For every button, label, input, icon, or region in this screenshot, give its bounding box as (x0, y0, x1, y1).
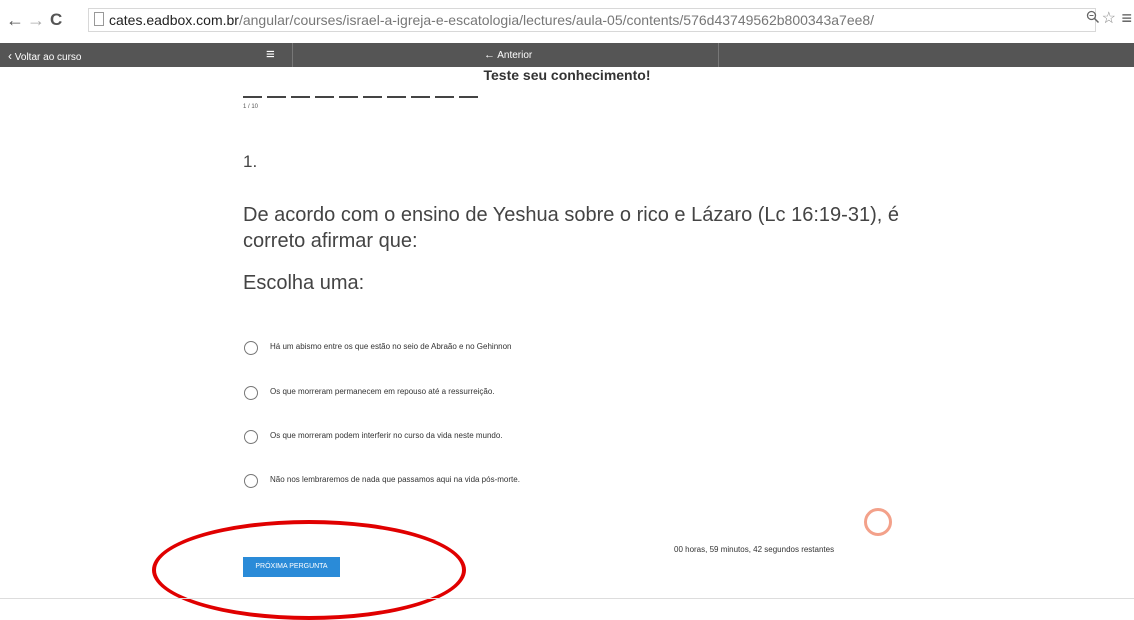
progress-segment (243, 96, 262, 98)
progress-segment (459, 96, 478, 98)
hamburger-menu-icon[interactable]: ≡ (266, 46, 275, 63)
answer-option-label[interactable]: Os que morreram permanecem em repouso at… (270, 387, 495, 396)
radio-button[interactable] (244, 386, 258, 400)
address-bar[interactable]: cates.eadbox.com.br/angular/courses/isra… (88, 8, 1096, 32)
progress-segment (363, 96, 382, 98)
back-to-course-button[interactable]: ‹ Voltar ao curso (8, 49, 82, 63)
answer-option-label[interactable]: Não nos lembraremos de nada que passamos… (270, 475, 520, 484)
answer-option-label[interactable]: Os que morreram podem interferir no curs… (270, 431, 503, 440)
progress-segment (411, 96, 430, 98)
browser-menu-icon[interactable]: ≡ (1121, 8, 1132, 29)
progress-segment (315, 96, 334, 98)
progress-bar (243, 96, 483, 114)
radio-button[interactable] (244, 341, 258, 355)
question-text: De acordo com o ensino de Yeshua sobre o… (243, 204, 899, 252)
previous-label: Anterior (497, 50, 533, 61)
radio-button[interactable] (244, 474, 258, 488)
url-host: cates.eadbox.com.br (109, 12, 239, 28)
previous-button[interactable]: ← Anterior (484, 49, 532, 61)
progress-label: 1 / 10 (243, 104, 259, 110)
forward-arrow-icon[interactable]: → (27, 10, 45, 31)
url-text[interactable]: cates.eadbox.com.br/angular/courses/isra… (109, 12, 874, 28)
progress-segment (387, 96, 406, 98)
quiz-title: Teste seu conhecimento! (483, 67, 651, 83)
progress-segment (339, 96, 358, 98)
radio-button[interactable] (244, 430, 258, 444)
bookmark-star-icon[interactable]: ☆ (1102, 8, 1116, 28)
zoom-icon[interactable] (1086, 10, 1100, 27)
divider (0, 598, 1134, 599)
page-icon (94, 12, 104, 26)
back-to-course-label: Voltar ao curso (14, 52, 82, 63)
arrow-left-icon: ← (484, 49, 495, 61)
timer-ring-icon (864, 508, 892, 536)
url-path: /angular/courses/israel-a-igreja-e-escat… (238, 12, 875, 28)
chevron-left-icon: ‹ (8, 49, 12, 63)
answer-option-label[interactable]: Há um abismo entre os que estão no seio … (270, 342, 512, 351)
progress-segment (267, 96, 286, 98)
question-number: 1. (243, 152, 258, 171)
course-toolbar: ‹ Voltar ao curso ≡ ← Anterior (0, 43, 1134, 67)
browser-bar: ← → C cates.eadbox.com.br/angular/course… (0, 0, 1134, 40)
toolbar-divider (292, 43, 293, 67)
highlight-circle-annotation (152, 520, 466, 620)
progress-segment (435, 96, 454, 98)
progress-segment (291, 96, 310, 98)
timer-text: 00 horas, 59 minutos, 42 segundos restan… (674, 545, 835, 554)
toolbar-divider (718, 43, 719, 67)
back-arrow-icon[interactable]: ← (6, 10, 24, 31)
reload-icon[interactable]: C (50, 10, 62, 30)
choose-label: Escolha uma: (243, 272, 365, 294)
